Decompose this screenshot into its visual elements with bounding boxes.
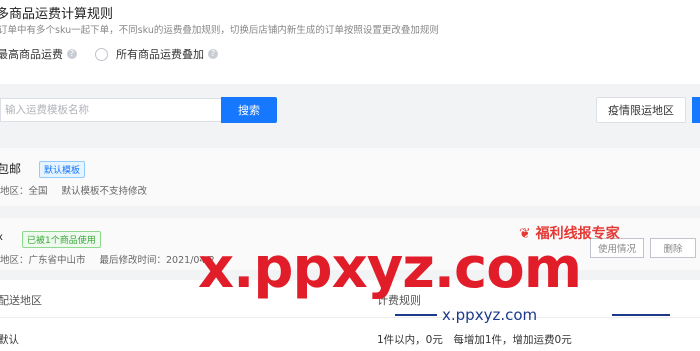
template-note: 默认模板不支持修改 [61, 186, 148, 197]
watermark-sub: x.ppxyz.com [442, 306, 538, 324]
page-description: 订单中有多个sku一起下单，不同sku的运费叠加规则，切换后店铺内新生成的订单按… [0, 25, 439, 36]
add-template-button[interactable] [692, 97, 700, 123]
radio-sum-fee-label[interactable]: 所有商品运费叠加 [116, 46, 204, 62]
rule-settings-panel: 多商品运费计算规则 订单中有多个sku一起下单，不同sku的运费叠加规则，切换后… [0, 0, 700, 84]
template-search-input[interactable] [0, 98, 221, 122]
row-area: 默认 [0, 334, 19, 346]
search-toolbar: 搜索 疫情限运地区 [0, 96, 700, 126]
help-icon[interactable]: ? [208, 49, 218, 59]
search-button[interactable]: 搜索 [221, 97, 277, 123]
epidemic-region-button[interactable]: 疫情限运地区 [596, 97, 686, 123]
template-meta: 地区：全国 默认模板不支持修改 [0, 183, 161, 197]
template-name: 包邮 [0, 162, 22, 176]
template-region: 地区：广东省中山市 [0, 255, 86, 266]
radio-sum-fee[interactable] [95, 47, 108, 61]
watermark-main: x.ppxyz.com [198, 236, 582, 301]
delete-button[interactable]: 删除 [650, 238, 696, 258]
template-name: x [0, 232, 3, 243]
freight-rule-radio-group: 最高商品运费 ? 所有商品运费叠加 ? [0, 45, 236, 63]
row-rule: 1件以内，0元 每增加1件，增加运费0元 [377, 334, 572, 346]
page-title: 多商品运费计算规则 [0, 7, 114, 22]
template-meta: 地区：广东省中山市 最后修改时间：2021/04/2 [0, 252, 229, 266]
column-header-area: 配送地区 [0, 294, 42, 307]
radio-highest-fee-label[interactable]: 最高商品运费 [0, 46, 63, 62]
template-card: 包邮 默认模板 地区：全国 默认模板不支持修改 [0, 148, 700, 206]
template-region: 地区：全国 [0, 186, 48, 197]
default-template-tag: 默认模板 [39, 161, 86, 178]
watermark-line-right [612, 314, 670, 316]
row-divider [0, 317, 700, 318]
usage-count-tag: 已被1个商品使用 [22, 231, 101, 248]
help-icon[interactable]: ? [67, 49, 77, 59]
watermark-line-left [395, 314, 437, 316]
